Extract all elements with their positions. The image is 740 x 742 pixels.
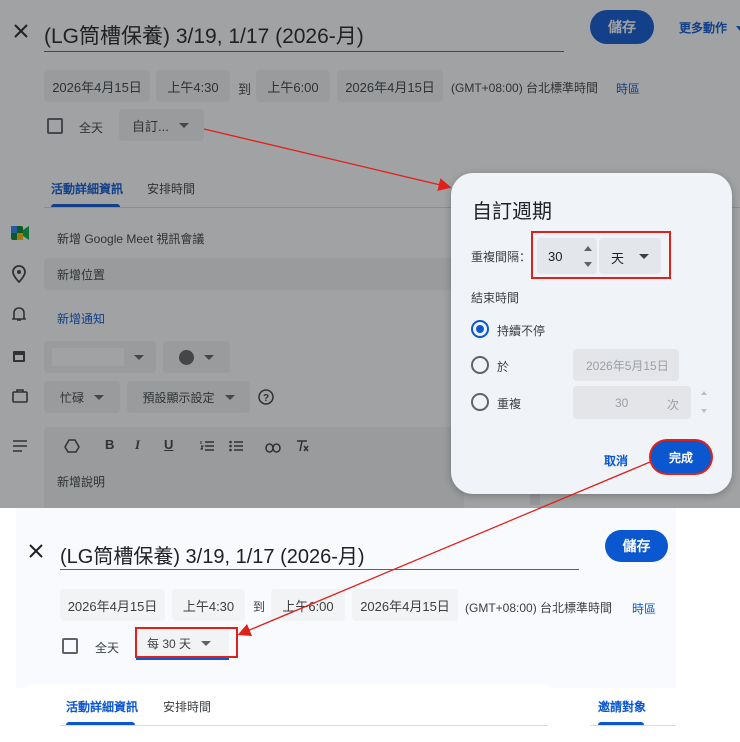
increment-arrow-icon[interactable]	[701, 391, 707, 395]
cancel-button[interactable]: 取消	[604, 452, 628, 469]
ends-label: 結束時間	[471, 291, 520, 305]
done-button[interactable]: 完成	[651, 441, 711, 473]
all-day-checkbox[interactable]	[62, 638, 78, 654]
ends-never-label: 持續不停	[497, 324, 546, 338]
occurrences-input[interactable]: 30 次	[573, 386, 691, 419]
to-label: 到	[253, 600, 266, 614]
end-date-input[interactable]: 2026年5月15日	[573, 349, 679, 381]
custom-recurrence-dialog: 自訂週期 重複間隔： 30 天 結束時間 持續不停 於 2026年5月15日 重…	[451, 173, 732, 494]
repeat-every-label: 重複間隔：	[471, 250, 532, 264]
end-date-field[interactable]: 2026年4月15日	[352, 589, 458, 621]
timezone-link[interactable]: 時區	[632, 600, 656, 617]
ends-on-radio[interactable]	[471, 356, 489, 374]
save-button[interactable]: 儲存	[605, 530, 668, 562]
event-title[interactable]: (LG筒槽保養) 3/19, 1/17 (2026-月)	[60, 540, 365, 569]
tab-find-a-time[interactable]: 安排時間	[163, 698, 211, 715]
decrement-arrow-icon[interactable]	[701, 409, 707, 413]
tab-guests[interactable]: 邀請對象	[598, 698, 646, 715]
highlight-box	[531, 231, 671, 279]
close-icon[interactable]	[28, 543, 44, 559]
all-day-label: 全天	[95, 641, 120, 655]
start-time-field[interactable]: 上午4:30	[172, 589, 245, 621]
ends-never-radio[interactable]	[471, 320, 489, 338]
tab-event-details[interactable]: 活動詳細資訊	[66, 698, 138, 715]
highlight-box	[135, 627, 238, 658]
ends-on-label: 於	[497, 360, 510, 374]
dialog-title: 自訂週期	[472, 201, 552, 223]
ends-after-radio[interactable]	[471, 393, 489, 411]
timezone-text: (GMT+08:00) 台北標準時間	[465, 601, 613, 615]
end-time-field[interactable]: 上午6:00	[271, 589, 345, 621]
start-date-field[interactable]: 2026年4月15日	[60, 589, 165, 621]
ends-after-label: 重複	[497, 397, 522, 411]
bottom-editor-panel: (LG筒槽保養) 3/19, 1/17 (2026-月) 儲存 2026年4月1…	[0, 508, 740, 742]
